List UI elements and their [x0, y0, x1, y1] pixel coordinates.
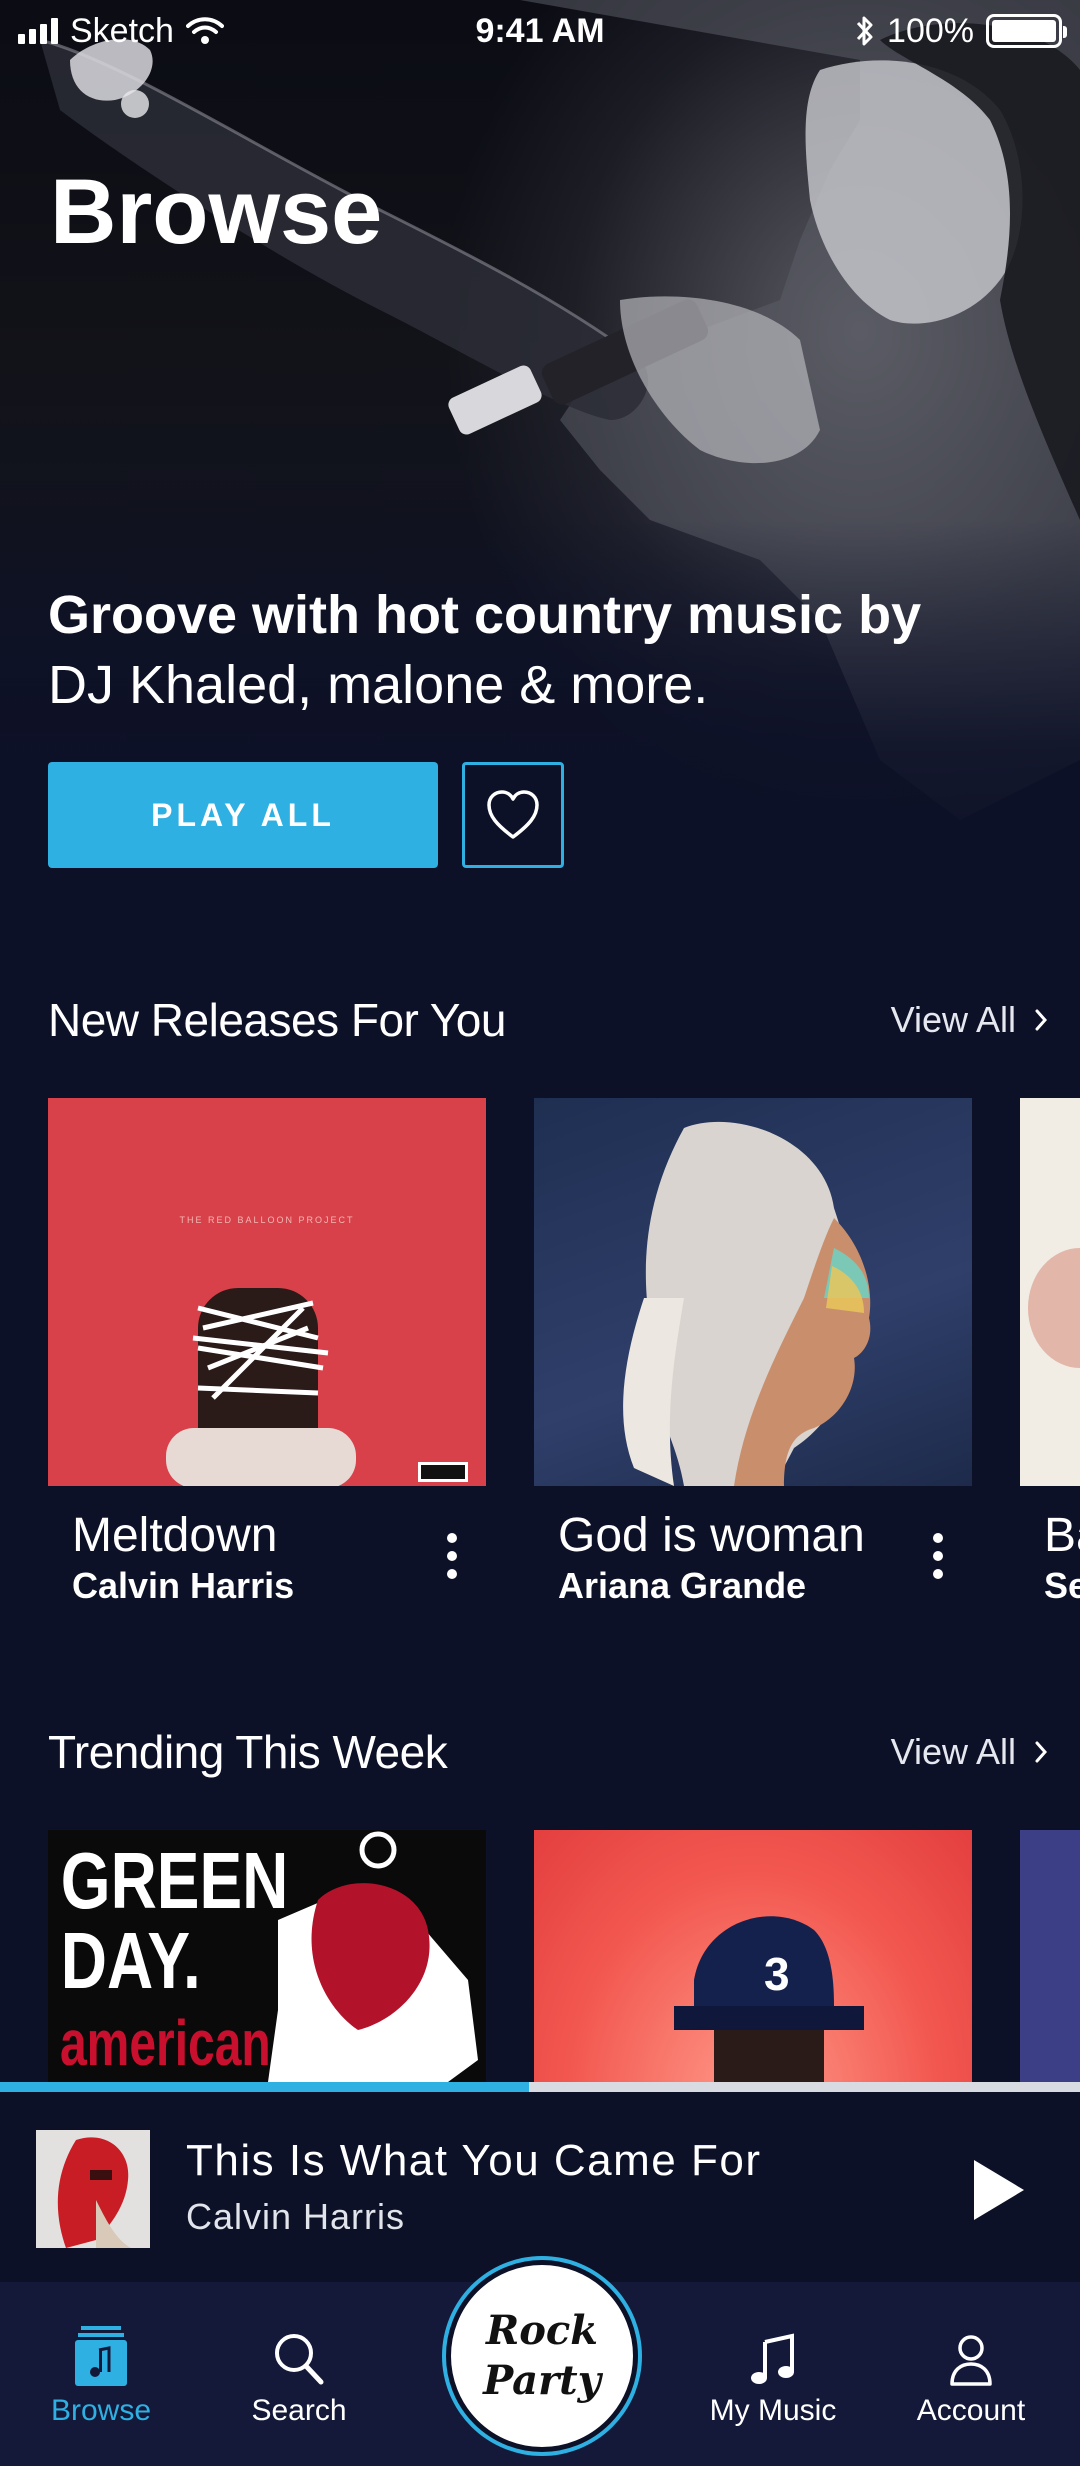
search-icon — [275, 2334, 324, 2385]
svg-text:3: 3 — [764, 1948, 790, 2000]
wifi-icon — [185, 17, 224, 44]
album-cover-meltdown[interactable]: THE RED BALLOON PROJECT — [48, 1098, 486, 1486]
chevron-right-icon — [1035, 1009, 1048, 1031]
album-title: Meltdown — [72, 1509, 278, 1562]
carrier-name: Sketch — [70, 11, 174, 50]
favorite-button[interactable] — [462, 762, 564, 868]
album-card[interactable]: God is woman Ariana Grande — [534, 1098, 972, 1608]
now-playing-title: This Is What You Came For — [186, 2136, 762, 2185]
signal-strength-icon — [18, 18, 58, 44]
music-note-square-icon — [75, 2326, 127, 2386]
tab-browse[interactable]: Browse — [16, 2322, 186, 2428]
section-title: New Releases For You — [48, 994, 506, 1046]
now-playing-artist: Calvin Harris — [186, 2196, 406, 2237]
album-cover[interactable] — [1020, 1098, 1080, 1486]
tab-search[interactable]: Search — [214, 2322, 384, 2428]
album-card[interactable] — [1020, 1830, 1080, 2082]
svg-text:american: american — [60, 2007, 271, 2078]
hero-headline: Groove with hot country music by DJ Khal… — [48, 580, 1008, 720]
play-all-button[interactable]: PLAY ALL — [48, 762, 438, 868]
view-all-label: View All — [890, 999, 1016, 1040]
svg-text:THE RED BALLOON PROJECT: THE RED BALLOON PROJECT — [179, 1215, 354, 1225]
tab-label: My Music — [709, 2394, 837, 2427]
new-releases-carousel[interactable]: THE RED BALLOON PROJECT Meltdown Calvin … — [48, 1098, 1080, 1638]
album-cover[interactable] — [1020, 1830, 1080, 2082]
more-options-button[interactable] — [432, 1524, 472, 1588]
play-icon[interactable] — [962, 2158, 1032, 2222]
playback-progress-bar[interactable] — [0, 2082, 1080, 2092]
view-all-new-releases-link[interactable]: View All — [891, 999, 1048, 1041]
tab-my-music[interactable]: My Music — [688, 2322, 858, 2428]
album-cover-american-idiot[interactable]: GREEN DAY. american — [48, 1830, 486, 2082]
heart-icon — [487, 790, 539, 839]
music-note-icon — [751, 2333, 794, 2384]
album-card[interactable]: 3 — [534, 1830, 972, 2082]
tab-label: Browse — [50, 2394, 152, 2427]
view-all-trending-link[interactable]: View All — [891, 1731, 1048, 1773]
page-title: Browse — [50, 161, 383, 263]
tab-label: Account — [916, 2394, 1026, 2427]
svg-text:DAY.: DAY. — [61, 1916, 201, 2005]
person-icon — [950, 2335, 992, 2386]
chevron-right-icon — [1035, 1741, 1048, 1763]
album-artist: Se — [1044, 1565, 1080, 1606]
battery-icon — [986, 14, 1067, 48]
now-playing-bar[interactable]: This Is What You Came For Calvin Harris — [0, 2092, 1080, 2282]
hero-headline-bold: Groove with hot country music by — [48, 585, 922, 645]
section-title: Trending This Week — [48, 1726, 448, 1778]
album-card[interactable]: THE RED BALLOON PROJECT Meltdown Calvin … — [48, 1098, 486, 1608]
album-card[interactable]: GREEN DAY. american — [48, 1830, 486, 2082]
bluetooth-icon — [856, 16, 873, 46]
tab-label: Search — [251, 2394, 347, 2427]
tab-account[interactable]: Account — [886, 2322, 1056, 2428]
rock-party-button[interactable]: Rock Party — [446, 2260, 638, 2452]
new-releases-header: New Releases For You View All — [48, 990, 1048, 1050]
rock-party-line2: Party — [483, 2357, 601, 2404]
album-artist: Ariana Grande — [558, 1565, 807, 1606]
svg-text:GREEN: GREEN — [61, 1836, 289, 1925]
album-title: Ba — [1044, 1509, 1080, 1562]
rock-party-line1: Rock — [486, 2307, 598, 2354]
album-cover-god-is-woman[interactable] — [534, 1098, 972, 1486]
view-all-label: View All — [890, 1731, 1016, 1772]
status-bar: Sketch 9:41 AM 100% — [0, 0, 1080, 62]
now-playing-artwork — [36, 2130, 150, 2248]
battery-percent: 100% — [887, 11, 974, 50]
trending-carousel[interactable]: GREEN DAY. american 3 — [48, 1830, 1080, 2082]
album-cover-chance[interactable]: 3 — [534, 1830, 972, 2082]
trending-header: Trending This Week View All — [48, 1722, 1048, 1782]
album-artist: Calvin Harris — [72, 1565, 295, 1606]
album-card[interactable]: Ba Se — [1020, 1098, 1080, 1608]
more-options-button[interactable] — [918, 1524, 958, 1588]
album-title: God is woman — [558, 1509, 865, 1562]
playback-progress-fill — [0, 2082, 530, 2092]
hero-headline-regular: DJ Khaled, malone & more. — [48, 655, 709, 715]
